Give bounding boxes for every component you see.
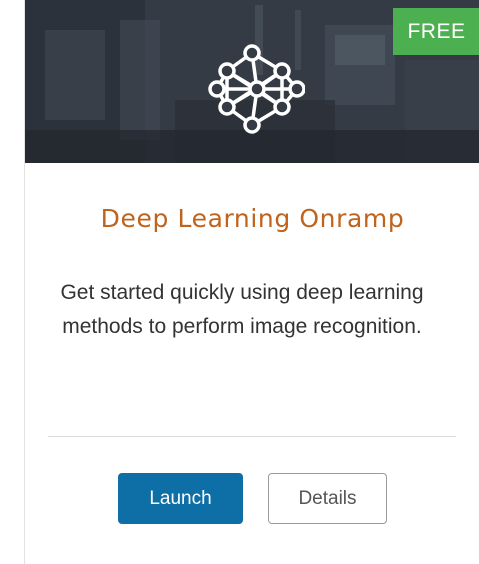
course-description: Get started quickly using deep learning … xyxy=(60,281,424,338)
details-button[interactable]: Details xyxy=(268,473,387,524)
neural-network-icon xyxy=(208,44,305,134)
launch-button[interactable]: Launch xyxy=(118,473,243,524)
card-divider xyxy=(48,436,456,437)
course-banner-image: FREE xyxy=(25,0,479,163)
course-title[interactable]: Deep Learning Onramp xyxy=(25,204,479,233)
free-badge: FREE xyxy=(393,8,479,55)
course-card: FREE Deep Learning Onramp Get started qu… xyxy=(24,0,479,564)
